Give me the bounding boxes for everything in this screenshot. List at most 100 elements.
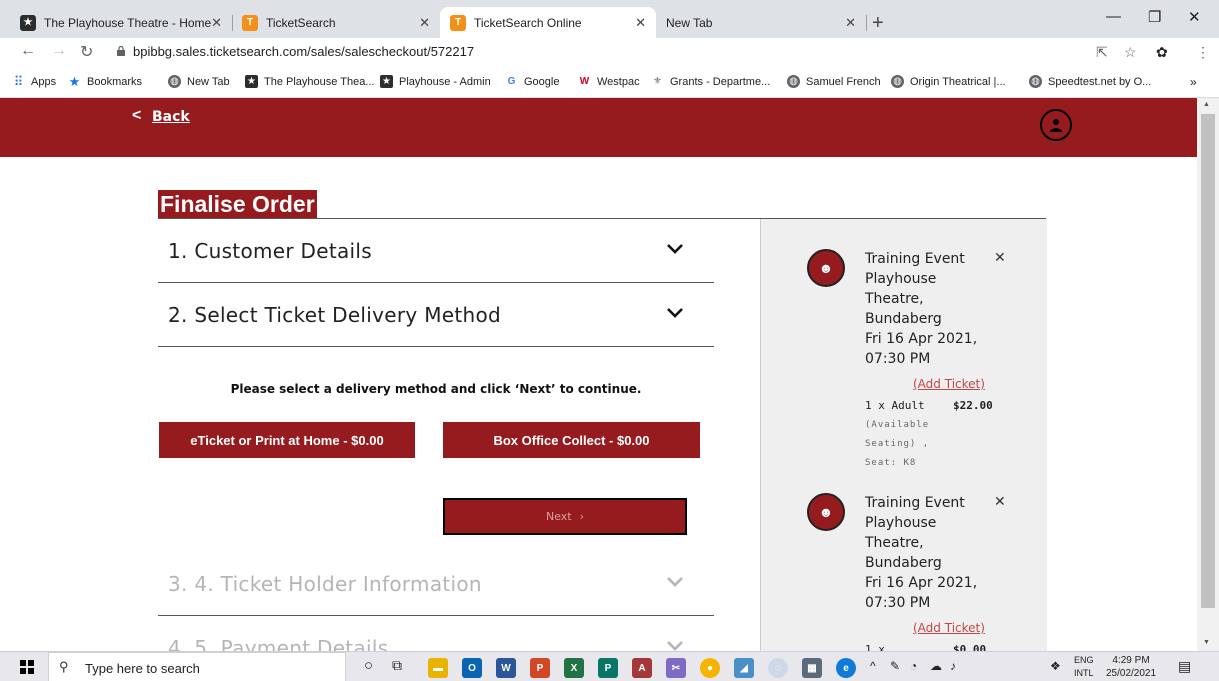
back-arrow-icon[interactable]: ← bbox=[20, 42, 36, 60]
scroll-down-icon[interactable]: ▼ bbox=[1203, 639, 1210, 646]
tab-new-tab[interactable]: New Tab ✕ bbox=[656, 7, 867, 38]
section-ticket-holder: 3. 4. Ticket Holder Information bbox=[158, 552, 714, 616]
new-tab-plus-icon[interactable]: + bbox=[872, 12, 884, 35]
bookmark-label: Bookmarks bbox=[87, 75, 143, 88]
section-customer-details[interactable]: 1. Customer Details bbox=[158, 219, 714, 283]
notifications-icon[interactable]: ▤ bbox=[1178, 658, 1191, 675]
show-hidden-icons-icon[interactable]: ^ bbox=[870, 659, 876, 673]
event-location: Bundaberg bbox=[865, 311, 942, 327]
globe-icon: ◍ bbox=[787, 75, 800, 88]
windows-taskbar: ⚲ Type here to search ○ ⧉ ▬ O W P X P A … bbox=[0, 651, 1219, 681]
chrome-icon[interactable]: ● bbox=[700, 658, 720, 678]
theatre-masks-logo-icon: ☻ bbox=[807, 249, 845, 287]
eticket-delivery-button[interactable]: eTicket or Print at Home - $0.00 bbox=[159, 422, 415, 458]
bookmark-new-tab[interactable]: ◍ New Tab bbox=[168, 75, 230, 88]
app-icon[interactable]: ◌ bbox=[768, 658, 788, 678]
tab-title: TicketSearch bbox=[266, 15, 336, 30]
page-scrollbar[interactable]: ▲ ▼ bbox=[1197, 98, 1219, 651]
snipping-tool-icon[interactable]: ✂ bbox=[666, 658, 686, 678]
bookmark-origin-theatrical[interactable]: ◍ Origin Theatrical |... bbox=[891, 75, 1006, 88]
taskbar-search-box[interactable]: ⚲ Type here to search bbox=[48, 652, 346, 681]
seat-note-line: Seating) , bbox=[865, 439, 930, 449]
bookmark-grants[interactable]: ⚜ Grants - Departme... bbox=[651, 75, 770, 88]
cart-item: ☻ Training Event Playhouse Theatre, Bund… bbox=[761, 219, 1047, 468]
tab-title: TicketSearch Online bbox=[474, 15, 582, 30]
close-tab-icon[interactable]: ✕ bbox=[419, 15, 430, 31]
add-ticket-link[interactable]: (Add Ticket) bbox=[913, 621, 985, 635]
menu-kebab-icon[interactable]: ⋮ bbox=[1196, 44, 1210, 61]
bookmark-westpac[interactable]: W Westpac bbox=[578, 75, 640, 88]
remove-item-icon[interactable]: ✕ bbox=[994, 493, 1006, 510]
playhouse-icon: ★ bbox=[245, 75, 258, 88]
bookmark-apps[interactable]: ⠿ Apps bbox=[12, 74, 56, 89]
user-account-button[interactable] bbox=[1040, 109, 1072, 141]
close-tab-icon[interactable]: ✕ bbox=[635, 15, 646, 31]
bookmark-google[interactable]: G Google bbox=[505, 75, 560, 88]
next-button[interactable]: Next › bbox=[443, 498, 687, 535]
powerpoint-icon[interactable]: P bbox=[530, 658, 550, 678]
box-office-collect-button[interactable]: Box Office Collect - $0.00 bbox=[443, 422, 700, 458]
bookmark-bookmarks[interactable]: ★ Bookmarks bbox=[68, 74, 143, 89]
edge-icon[interactable]: e bbox=[836, 658, 856, 678]
input-language[interactable]: ENG INTL bbox=[1074, 654, 1094, 680]
google-icon: G bbox=[507, 76, 516, 87]
remove-item-icon[interactable]: ✕ bbox=[994, 249, 1006, 266]
reload-icon[interactable]: ↻ bbox=[80, 42, 93, 62]
chevron-left-icon[interactable]: < bbox=[132, 107, 141, 125]
bookmark-playhouse-theatre[interactable]: ★ The Playhouse Thea... bbox=[245, 75, 374, 88]
install-app-icon[interactable]: ⇱ bbox=[1096, 44, 1108, 61]
minimize-icon[interactable]: — bbox=[1106, 8, 1121, 25]
bookmark-speedtest[interactable]: ◍ Speedtest.net by O... bbox=[1029, 75, 1151, 88]
system-clock[interactable]: 4:29 PM 25/02/2021 bbox=[1106, 654, 1156, 680]
extension-icon[interactable]: ✿ bbox=[1156, 44, 1168, 61]
section-delivery-method[interactable]: 2. Select Ticket Delivery Method bbox=[158, 283, 714, 347]
seat-note-line: (Available bbox=[865, 420, 930, 430]
excel-icon[interactable]: X bbox=[564, 658, 584, 678]
cortana-icon[interactable]: ○ bbox=[364, 657, 373, 674]
back-link[interactable]: Back bbox=[152, 109, 190, 125]
forward-arrow-icon[interactable]: → bbox=[51, 42, 67, 60]
search-placeholder: Type here to search bbox=[85, 661, 200, 676]
chevron-down-icon bbox=[667, 577, 683, 587]
file-explorer-icon[interactable]: ▬ bbox=[428, 658, 448, 678]
bookmark-label: Grants - Departme... bbox=[670, 75, 771, 88]
bookmark-samuel-french[interactable]: ◍ Samuel French bbox=[787, 75, 881, 88]
calculator-icon[interactable]: ▦ bbox=[802, 658, 822, 678]
bookmark-playhouse-admin[interactable]: ★ Playhouse - Admin bbox=[380, 75, 491, 88]
publisher-icon[interactable]: P bbox=[598, 658, 618, 678]
pen-icon[interactable]: ✎ bbox=[890, 659, 900, 673]
next-label: Next bbox=[545, 510, 572, 523]
tab-ticketsearch-online[interactable]: T TicketSearch Online ✕ bbox=[440, 7, 656, 38]
close-tab-icon[interactable]: ✕ bbox=[211, 15, 222, 31]
add-ticket-link[interactable]: (Add Ticket) bbox=[913, 377, 985, 391]
clock-time: 4:29 PM bbox=[1112, 655, 1150, 666]
event-venue-line: Playhouse bbox=[865, 515, 937, 531]
lock-icon[interactable] bbox=[116, 46, 126, 56]
ticketsearch-favicon-icon: T bbox=[242, 14, 258, 31]
scroll-up-icon[interactable]: ▲ bbox=[1203, 101, 1210, 108]
word-icon[interactable]: W bbox=[496, 658, 516, 678]
bookmark-star-icon[interactable]: ☆ bbox=[1124, 44, 1137, 61]
site-header: < Back bbox=[0, 98, 1197, 157]
windows-start-icon[interactable] bbox=[20, 660, 34, 674]
close-tab-icon[interactable]: ✕ bbox=[845, 15, 856, 31]
cloud-icon[interactable]: ☁ bbox=[930, 659, 942, 673]
dropbox-icon[interactable]: ❖ bbox=[1050, 659, 1061, 673]
ticket-quantity: 1 x Adult bbox=[865, 399, 925, 412]
scroll-thumb[interactable] bbox=[1201, 114, 1215, 608]
volume-icon[interactable]: ♪ bbox=[950, 659, 956, 673]
tab-ticketsearch[interactable]: T TicketSearch ✕ bbox=[232, 7, 440, 38]
tab-playhouse-home[interactable]: ★ The Playhouse Theatre - Home ✕ bbox=[10, 7, 233, 38]
more-bookmarks-icon[interactable]: » bbox=[1190, 75, 1197, 89]
address-bar[interactable]: bpibbg.sales.ticketsearch.com/sales/sale… bbox=[133, 44, 474, 59]
network-icon[interactable]: ◔ bbox=[910, 659, 917, 673]
maximize-icon[interactable]: ❐ bbox=[1148, 8, 1161, 26]
event-venue-line: Playhouse bbox=[865, 271, 937, 287]
outlook-icon[interactable]: O bbox=[462, 658, 482, 678]
close-window-icon[interactable]: ✕ bbox=[1188, 8, 1201, 26]
task-view-icon[interactable]: ⧉ bbox=[392, 657, 402, 674]
app-icon[interactable]: ◢ bbox=[734, 658, 754, 678]
event-time: 07:30 PM bbox=[865, 595, 931, 611]
access-icon[interactable]: A bbox=[632, 658, 652, 678]
bookmarks-bar: ⠿ Apps ★ Bookmarks ◍ New Tab ★ The Playhouse… bbox=[0, 66, 1219, 98]
